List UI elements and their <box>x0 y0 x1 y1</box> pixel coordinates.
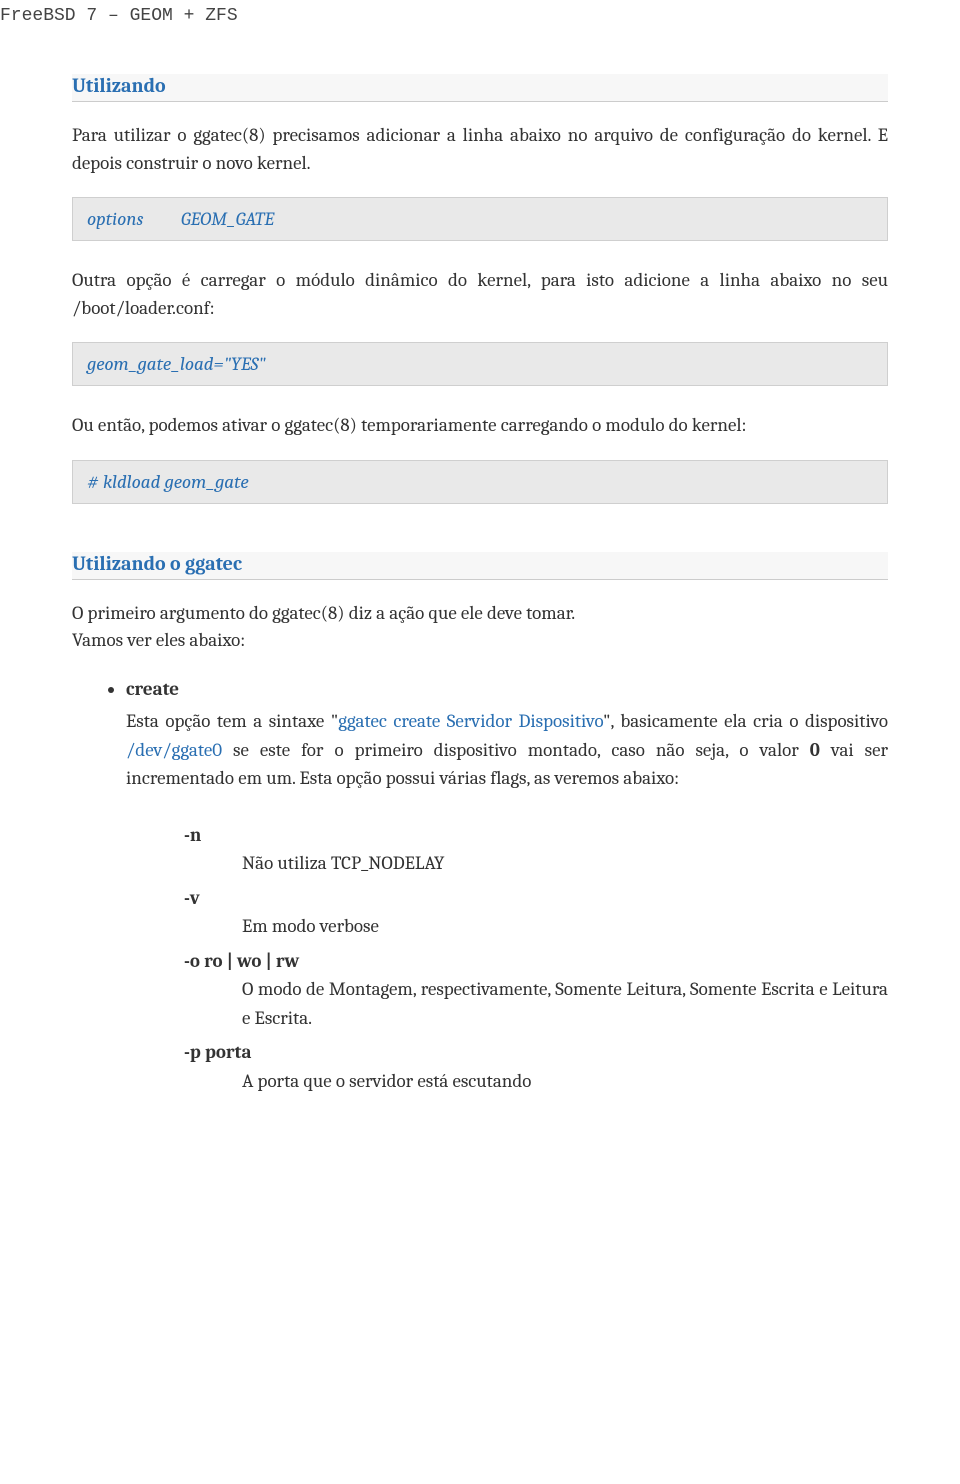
paragraph: Vamos ver eles abaixo: <box>72 627 888 655</box>
flag-name: -n <box>184 821 888 850</box>
page-content: FreeBSD 7 – GEOM + ZFS Utilizando Para u… <box>0 0 960 1153</box>
text: Esta opção tem a sintaxe " <box>126 710 338 732</box>
flag-name: -v <box>184 884 888 913</box>
flags-list: -n Não utiliza TCP_NODELAY -v Em modo ve… <box>184 821 888 1096</box>
section-heading-utilizando: Utilizando <box>72 74 888 102</box>
flag-name: -o ro | wo | rw <box>184 947 888 976</box>
code-text: options GEOM_GATE <box>87 208 274 230</box>
code-text: # kldload geom_gate <box>87 471 249 493</box>
flag-description: Em modo verbose <box>242 912 888 941</box>
list-item: create Esta opção tem a sintaxe "ggatec … <box>126 675 888 1096</box>
paragraph: Para utilizar o ggatec(8) precisamos adi… <box>72 122 888 177</box>
flag-description: A porta que o servidor está escutando <box>242 1067 888 1096</box>
code-text: geom_gate_load="YES" <box>87 353 266 375</box>
flag-description: O modo de Montagem, respectivamente, Som… <box>242 975 888 1032</box>
code-block: # kldload geom_gate <box>72 460 888 504</box>
path-text: /dev/ggate0 <box>126 739 222 761</box>
code-block: options GEOM_GATE <box>72 197 888 241</box>
flag-name: -p porta <box>184 1038 888 1067</box>
section-heading-ggatec: Utilizando o ggatec <box>72 552 888 580</box>
text: ", basicamente ela cria o dispositivo <box>603 710 888 732</box>
paragraph: O primeiro argumento do ggatec(8) diz a … <box>72 600 888 628</box>
command-text: ggatec create Servidor Dispositivo <box>338 710 603 732</box>
page-header: FreeBSD 7 – GEOM + ZFS <box>0 0 888 26</box>
paragraph: Ou então, podemos ativar o ggatec(8) tem… <box>72 412 888 440</box>
option-name: create <box>126 678 179 700</box>
code-block: geom_gate_load="YES" <box>72 342 888 386</box>
flag-description: Não utiliza TCP_NODELAY <box>242 849 888 878</box>
paragraph: Outra opção é carregar o módulo dinâmico… <box>72 267 888 322</box>
value-text: 0 <box>810 739 820 761</box>
option-description: Esta opção tem a sintaxe "ggatec create … <box>126 707 888 793</box>
text: se este for o primeiro dispositivo monta… <box>222 739 810 761</box>
option-list: create Esta opção tem a sintaxe "ggatec … <box>72 675 888 1096</box>
